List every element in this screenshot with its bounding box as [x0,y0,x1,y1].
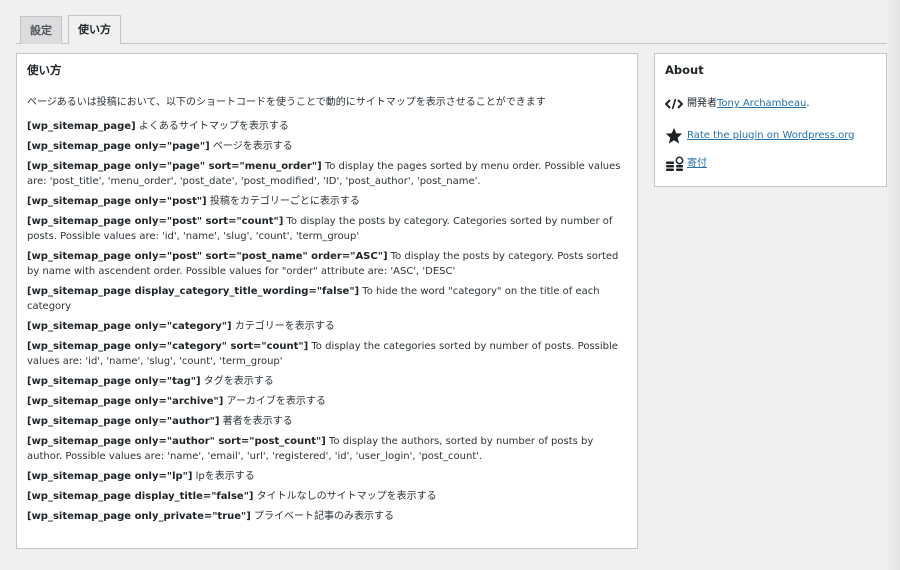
tab-settings[interactable]: 設定 [20,16,62,44]
shortcode-code: [wp_sitemap_page] [27,121,136,132]
shortcode-item: [wp_sitemap_page only="author"] 著者を表示する [27,414,627,429]
shortcode-item: [wp_sitemap_page display_title="false"] … [27,489,627,504]
shortcode-item: [wp_sitemap_page only="archive"] アーカイブを表… [27,394,627,409]
shortcode-code: [wp_sitemap_page only="archive"] [27,396,224,407]
shortcode-code: [wp_sitemap_page only="author" sort="pos… [27,436,326,447]
shortcode-description: タグを表示する [200,376,274,387]
about-title: About [665,63,704,77]
shortcode-item: [wp_sitemap_page only_private="true"] プラ… [27,509,627,524]
shortcode-description: よくあるサイトマップを表示する [135,121,289,132]
shortcode-code: [wp_sitemap_page only="author"] [27,416,220,427]
tab-bar: 設定 使い方 [20,15,886,44]
shortcode-code: [wp_sitemap_page only="post" sort="count… [27,216,284,227]
shortcode-item: [wp_sitemap_page only="page"] ページを表示する [27,139,627,154]
shortcode-code: [wp_sitemap_page only="tag"] [27,376,201,387]
shortcode-item: [wp_sitemap_page] よくあるサイトマップを表示する [27,119,627,134]
shortcode-code: [wp_sitemap_page only="category"] [27,321,232,332]
code-icon [665,98,687,110]
shortcode-item: [wp_sitemap_page only="page" sort="menu_… [27,159,627,189]
about-panel: About 開発者 Tony Archambeau . Rate the plu… [654,53,887,187]
shortcode-code: [wp_sitemap_page only="category" sort="c… [27,341,309,352]
developer-suffix: . [806,98,810,109]
scrollbar-track[interactable] [886,0,900,570]
developer-label: 開発者 [687,98,717,109]
shortcode-item: [wp_sitemap_page only="tag"] タグを表示する [27,374,627,389]
shortcode-code: [wp_sitemap_page only="post" sort="post_… [27,251,388,262]
star-icon [665,127,687,144]
shortcode-item: [wp_sitemap_page only="post" sort="count… [27,214,627,244]
rate-plugin-link[interactable]: Rate the plugin on Wordpress.org [687,129,855,143]
donate-row: 寄付 [665,156,876,172]
shortcode-item: [wp_sitemap_page display_category_title_… [27,284,627,314]
shortcode-description: lpを表示する [192,471,255,482]
shortcode-description: アーカイブを表示する [223,396,326,407]
developer-link[interactable]: Tony Archambeau [717,97,806,111]
shortcode-code: [wp_sitemap_page display_title="false"] [27,491,254,502]
shortcode-description: 投稿をカテゴリーごとに表示する [206,196,360,207]
shortcode-description: タイトルなしのサイトマップを表示する [253,491,437,502]
shortcode-description: プライベート記事のみ表示する [250,511,395,522]
shortcode-item: [wp_sitemap_page only="category"] カテゴリーを… [27,319,627,334]
shortcode-description: 著者を表示する [219,416,293,427]
shortcode-description: カテゴリーを表示する [231,321,335,332]
shortcode-item: [wp_sitemap_page only="category" sort="c… [27,339,627,369]
coins-icon [665,156,687,172]
shortcode-code: [wp_sitemap_page display_category_title_… [27,286,360,297]
shortcode-list: [wp_sitemap_page] よくあるサイトマップを表示する [wp_sit… [27,119,627,524]
developer-row: 開発者 Tony Archambeau . [665,97,876,111]
shortcode-code: [wp_sitemap_page only_private="true"] [27,511,251,522]
tab-usage[interactable]: 使い方 [68,15,121,44]
shortcode-code: [wp_sitemap_page only="page" sort="menu_… [27,161,322,172]
usage-title: 使い方 [27,63,62,77]
shortcode-item: [wp_sitemap_page only="lp"] lpを表示する [27,469,627,484]
shortcode-item: [wp_sitemap_page only="author" sort="pos… [27,434,627,464]
usage-intro: ページあるいは投稿において、以下のショートコードを使うことで動的にサイトマップを… [27,97,546,108]
shortcode-description: ページを表示する [209,141,293,152]
donate-link[interactable]: 寄付 [687,157,707,171]
shortcode-item: [wp_sitemap_page only="post"] 投稿をカテゴリーごと… [27,194,627,209]
shortcode-code: [wp_sitemap_page only="post"] [27,196,207,207]
usage-panel: 使い方 ページあるいは投稿において、以下のショートコードを使うことで動的にサイト… [16,53,638,549]
shortcode-item: [wp_sitemap_page only="post" sort="post_… [27,249,627,279]
rate-row: Rate the plugin on Wordpress.org [665,127,876,144]
shortcode-code: [wp_sitemap_page only="lp"] [27,471,193,482]
shortcode-code: [wp_sitemap_page only="page"] [27,141,210,152]
